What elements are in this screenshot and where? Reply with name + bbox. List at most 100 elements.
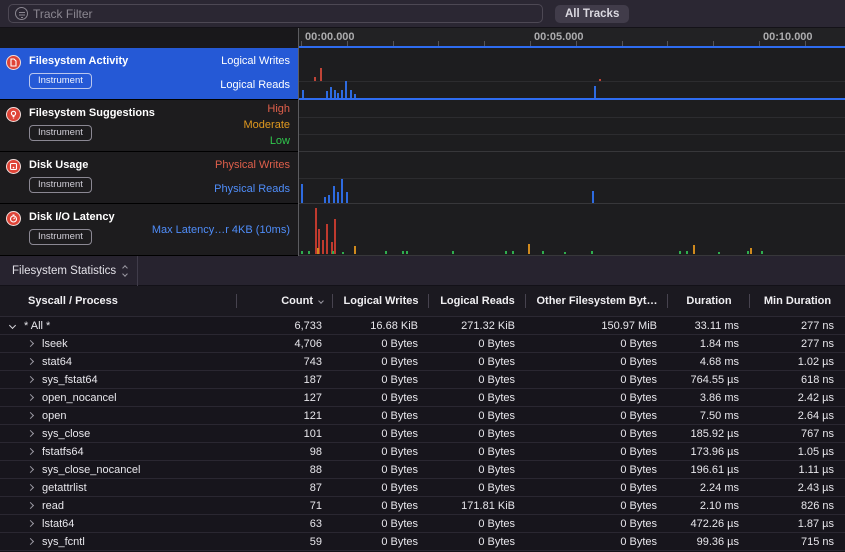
duration-cell: 472.26 µs xyxy=(668,515,750,532)
graph-spike-physical-reads xyxy=(328,195,330,203)
graph-spike-low xyxy=(385,251,387,254)
duration-cell: 2.10 ms xyxy=(668,497,750,514)
graph-divider xyxy=(299,134,845,135)
filter-icon xyxy=(15,7,28,20)
table-row[interactable]: read710 Bytes171.81 KiB0 Bytes2.10 ms826… xyxy=(0,497,845,515)
track-title: Disk Usage xyxy=(29,159,163,171)
track-graphs-column: 00:00.00000:05.00000:10.000 xyxy=(298,28,845,256)
count-cell: 87 xyxy=(237,479,333,496)
graph-spike-physical-reads xyxy=(324,197,326,203)
table-row[interactable]: sys_fstat641870 Bytes0 Bytes0 Bytes764.5… xyxy=(0,371,845,389)
disclosure-collapsed-icon[interactable] xyxy=(27,358,34,365)
count-cell: 6,733 xyxy=(237,317,333,334)
graph-spike-moderate xyxy=(528,244,530,254)
duration-cell: 33.11 ms xyxy=(668,317,750,334)
logical-writes-cell: 16.68 KiB xyxy=(333,317,429,334)
syscall-cell: getattrlist xyxy=(0,479,237,496)
logical-writes-cell: 0 Bytes xyxy=(333,533,429,550)
track-row-filesystem-activity[interactable]: Filesystem Activity Instrument Logical W… xyxy=(0,48,298,100)
count-cell: 121 xyxy=(237,407,333,424)
disk-icon xyxy=(6,159,21,174)
logical-reads-cell: 171.81 KiB xyxy=(429,497,526,514)
track-title: Filesystem Suggestions xyxy=(29,107,163,119)
other-cell: 0 Bytes xyxy=(526,335,668,352)
disclosure-collapsed-icon[interactable] xyxy=(27,448,34,455)
graph-spike-moderate xyxy=(354,246,356,254)
disclosure-collapsed-icon[interactable] xyxy=(27,538,34,545)
column-header-count[interactable]: Count xyxy=(237,286,333,316)
logical-writes-cell: 0 Bytes xyxy=(333,461,429,478)
logical-reads-cell: 0 Bytes xyxy=(429,443,526,460)
disclosure-collapsed-icon[interactable] xyxy=(27,502,34,509)
graph-disk-usage[interactable] xyxy=(299,152,845,204)
track-row-filesystem-suggestions[interactable]: Filesystem Suggestions Instrument High M… xyxy=(0,100,298,152)
logical-reads-cell: 0 Bytes xyxy=(429,425,526,442)
other-cell: 0 Bytes xyxy=(526,389,668,406)
disclosure-collapsed-icon[interactable] xyxy=(27,394,34,401)
column-header-min-duration[interactable]: Min Duration xyxy=(750,286,845,316)
graph-spike-physical-reads xyxy=(301,184,303,203)
disclosure-collapsed-icon[interactable] xyxy=(27,376,34,383)
detail-view-selector[interactable]: Filesystem Statistics xyxy=(12,265,116,277)
graph-filesystem-suggestions[interactable] xyxy=(299,100,845,152)
graph-spike-physical-reads xyxy=(333,186,335,203)
syscall-name: sys_close_nocancel xyxy=(42,461,140,478)
graph-disk-io-latency[interactable] xyxy=(299,204,845,256)
logical-writes-cell: 0 Bytes xyxy=(333,335,429,352)
table-row[interactable]: lseek4,7060 Bytes0 Bytes0 Bytes1.84 ms27… xyxy=(0,335,845,353)
min-duration-cell: 1.02 µs xyxy=(750,353,845,370)
graph-spike-low xyxy=(505,251,507,254)
track-row-disk-io-latency[interactable]: Disk I/O Latency Instrument Max Latency…… xyxy=(0,204,298,256)
column-header-other-filesystem-bytes[interactable]: Other Filesystem Byt… xyxy=(526,286,668,316)
top-toolbar: Track Filter All Tracks xyxy=(0,0,845,28)
graph-spike-low xyxy=(332,251,334,254)
graph-spike-low xyxy=(747,251,749,254)
table-row[interactable]: stat647430 Bytes0 Bytes0 Bytes4.68 ms1.0… xyxy=(0,353,845,371)
track-legend-label: High xyxy=(163,103,290,115)
disclosure-expanded-icon[interactable] xyxy=(9,322,16,329)
track-filter-input[interactable]: Track Filter xyxy=(8,4,543,23)
count-cell: 59 xyxy=(237,533,333,550)
logical-writes-cell: 0 Bytes xyxy=(333,353,429,370)
syscall-name: sys_fcntl xyxy=(42,533,85,550)
disclosure-collapsed-icon[interactable] xyxy=(27,520,34,527)
table-row[interactable]: fstatfs64980 Bytes0 Bytes0 Bytes173.96 µ… xyxy=(0,443,845,461)
logical-writes-cell: 0 Bytes xyxy=(333,479,429,496)
table-row[interactable]: sys_close_nocancel880 Bytes0 Bytes0 Byte… xyxy=(0,461,845,479)
syscall-cell: lseek xyxy=(0,335,237,352)
column-header-logical-reads[interactable]: Logical Reads xyxy=(429,286,526,316)
other-cell: 0 Bytes xyxy=(526,461,668,478)
table-row[interactable]: getattrlist870 Bytes0 Bytes0 Bytes2.24 m… xyxy=(0,479,845,497)
graph-filesystem-activity[interactable] xyxy=(299,48,845,100)
statistics-table-body: * All *6,73316.68 KiB271.32 KiB150.97 Mi… xyxy=(0,317,845,551)
count-cell: 88 xyxy=(237,461,333,478)
table-row[interactable]: open_nocancel1270 Bytes0 Bytes0 Bytes3.8… xyxy=(0,389,845,407)
table-row[interactable]: sys_fcntl590 Bytes0 Bytes0 Bytes99.36 µs… xyxy=(0,533,845,551)
column-header-syscall-process[interactable]: Syscall / Process xyxy=(0,286,237,316)
timeline-ruler[interactable]: 00:00.00000:05.00000:10.000 xyxy=(299,28,845,48)
logical-writes-cell: 0 Bytes xyxy=(333,515,429,532)
track-filter-placeholder: Track Filter xyxy=(33,7,93,21)
track-row-disk-usage[interactable]: Disk Usage Instrument Physical Writes Ph… xyxy=(0,152,298,204)
duration-cell: 2.24 ms xyxy=(668,479,750,496)
graph-spike-low xyxy=(452,251,454,254)
column-header-duration[interactable]: Duration xyxy=(668,286,750,316)
lightbulb-icon xyxy=(6,107,21,122)
min-duration-cell: 2.42 µs xyxy=(750,389,845,406)
graph-spike-low xyxy=(679,251,681,254)
disclosure-collapsed-icon[interactable] xyxy=(27,412,34,419)
disclosure-collapsed-icon[interactable] xyxy=(27,484,34,491)
graph-divider xyxy=(299,178,845,179)
disclosure-collapsed-icon[interactable] xyxy=(27,340,34,347)
disclosure-collapsed-icon[interactable] xyxy=(27,466,34,473)
all-tracks-button[interactable]: All Tracks xyxy=(555,5,629,23)
column-header-logical-writes[interactable]: Logical Writes xyxy=(333,286,429,316)
table-header-row: Syscall / Process Count Logical Writes L… xyxy=(0,286,845,317)
table-row[interactable]: sys_close1010 Bytes0 Bytes0 Bytes185.92 … xyxy=(0,425,845,443)
min-duration-cell: 826 ns xyxy=(750,497,845,514)
table-row[interactable]: lstat64630 Bytes0 Bytes0 Bytes472.26 µs1… xyxy=(0,515,845,533)
table-row[interactable]: * All *6,73316.68 KiB271.32 KiB150.97 Mi… xyxy=(0,317,845,335)
table-row[interactable]: open1210 Bytes0 Bytes0 Bytes7.50 ms2.64 … xyxy=(0,407,845,425)
disclosure-collapsed-icon[interactable] xyxy=(27,430,34,437)
instrument-badge: Instrument xyxy=(29,73,92,89)
